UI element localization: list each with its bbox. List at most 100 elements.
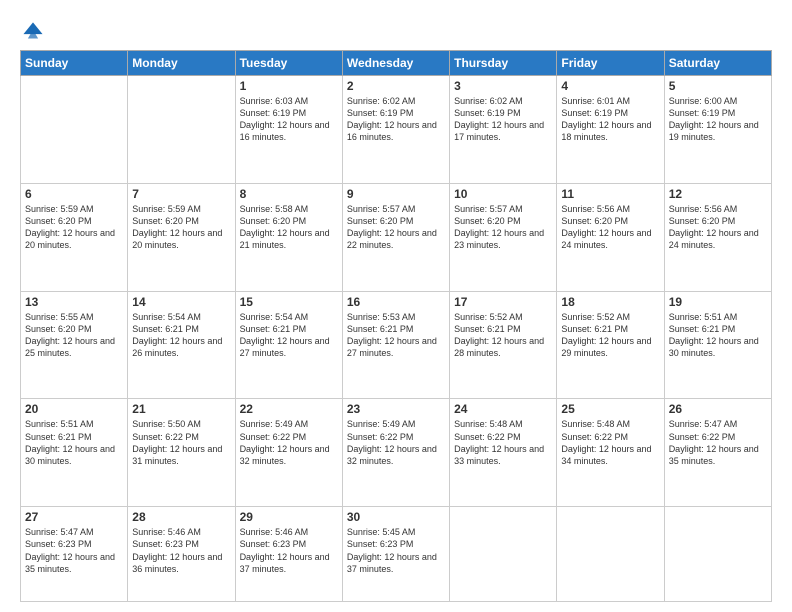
calendar-week-row: 13 Sunrise: 5:55 AM Sunset: 6:20 PM Dayli… bbox=[21, 291, 772, 399]
calendar-header-friday: Friday bbox=[557, 51, 664, 76]
day-info: Sunrise: 5:45 AM Sunset: 6:23 PM Dayligh… bbox=[347, 526, 445, 575]
calendar-week-row: 27 Sunrise: 5:47 AM Sunset: 6:23 PM Dayli… bbox=[21, 507, 772, 602]
calendar-cell: 5 Sunrise: 6:00 AM Sunset: 6:19 PM Daylig… bbox=[664, 76, 771, 184]
day-info: Sunrise: 5:56 AM Sunset: 6:20 PM Dayligh… bbox=[561, 203, 659, 252]
day-number: 25 bbox=[561, 402, 659, 416]
day-info: Sunrise: 5:47 AM Sunset: 6:23 PM Dayligh… bbox=[25, 526, 123, 575]
calendar-cell bbox=[128, 76, 235, 184]
day-number: 20 bbox=[25, 402, 123, 416]
day-info: Sunrise: 6:00 AM Sunset: 6:19 PM Dayligh… bbox=[669, 95, 767, 144]
day-info: Sunrise: 5:51 AM Sunset: 6:21 PM Dayligh… bbox=[25, 418, 123, 467]
day-info: Sunrise: 5:59 AM Sunset: 6:20 PM Dayligh… bbox=[132, 203, 230, 252]
day-info: Sunrise: 5:59 AM Sunset: 6:20 PM Dayligh… bbox=[25, 203, 123, 252]
day-info: Sunrise: 5:54 AM Sunset: 6:21 PM Dayligh… bbox=[240, 311, 338, 360]
day-number: 29 bbox=[240, 510, 338, 524]
calendar-cell: 29 Sunrise: 5:46 AM Sunset: 6:23 PM Dayli… bbox=[235, 507, 342, 602]
calendar-header-row: SundayMondayTuesdayWednesdayThursdayFrid… bbox=[21, 51, 772, 76]
logo-icon bbox=[22, 18, 44, 40]
day-info: Sunrise: 6:01 AM Sunset: 6:19 PM Dayligh… bbox=[561, 95, 659, 144]
day-info: Sunrise: 6:03 AM Sunset: 6:19 PM Dayligh… bbox=[240, 95, 338, 144]
calendar-cell: 1 Sunrise: 6:03 AM Sunset: 6:19 PM Daylig… bbox=[235, 76, 342, 184]
day-number: 26 bbox=[669, 402, 767, 416]
calendar-cell: 6 Sunrise: 5:59 AM Sunset: 6:20 PM Daylig… bbox=[21, 183, 128, 291]
day-number: 3 bbox=[454, 79, 552, 93]
calendar-cell: 15 Sunrise: 5:54 AM Sunset: 6:21 PM Dayli… bbox=[235, 291, 342, 399]
calendar-table: SundayMondayTuesdayWednesdayThursdayFrid… bbox=[20, 50, 772, 602]
calendar-cell: 28 Sunrise: 5:46 AM Sunset: 6:23 PM Dayli… bbox=[128, 507, 235, 602]
day-info: Sunrise: 5:56 AM Sunset: 6:20 PM Dayligh… bbox=[669, 203, 767, 252]
calendar-header-sunday: Sunday bbox=[21, 51, 128, 76]
calendar-week-row: 20 Sunrise: 5:51 AM Sunset: 6:21 PM Dayli… bbox=[21, 399, 772, 507]
day-number: 2 bbox=[347, 79, 445, 93]
day-number: 22 bbox=[240, 402, 338, 416]
calendar-header-saturday: Saturday bbox=[664, 51, 771, 76]
logo bbox=[20, 18, 44, 40]
day-number: 15 bbox=[240, 295, 338, 309]
day-number: 17 bbox=[454, 295, 552, 309]
calendar-cell: 20 Sunrise: 5:51 AM Sunset: 6:21 PM Dayli… bbox=[21, 399, 128, 507]
header bbox=[20, 18, 772, 40]
calendar-cell: 4 Sunrise: 6:01 AM Sunset: 6:19 PM Daylig… bbox=[557, 76, 664, 184]
day-info: Sunrise: 5:49 AM Sunset: 6:22 PM Dayligh… bbox=[240, 418, 338, 467]
calendar-cell: 26 Sunrise: 5:47 AM Sunset: 6:22 PM Dayli… bbox=[664, 399, 771, 507]
calendar-cell: 21 Sunrise: 5:50 AM Sunset: 6:22 PM Dayli… bbox=[128, 399, 235, 507]
day-number: 16 bbox=[347, 295, 445, 309]
day-number: 6 bbox=[25, 187, 123, 201]
day-number: 28 bbox=[132, 510, 230, 524]
calendar-header-thursday: Thursday bbox=[450, 51, 557, 76]
calendar-cell: 25 Sunrise: 5:48 AM Sunset: 6:22 PM Dayli… bbox=[557, 399, 664, 507]
calendar-cell: 23 Sunrise: 5:49 AM Sunset: 6:22 PM Dayli… bbox=[342, 399, 449, 507]
calendar-cell: 14Sunrise: 5:54 AM Sunset: 6:21 PM Dayli… bbox=[128, 291, 235, 399]
calendar-week-row: 6 Sunrise: 5:59 AM Sunset: 6:20 PM Daylig… bbox=[21, 183, 772, 291]
calendar-cell: 12Sunrise: 5:56 AM Sunset: 6:20 PM Dayli… bbox=[664, 183, 771, 291]
day-info: Sunrise: 5:57 AM Sunset: 6:20 PM Dayligh… bbox=[454, 203, 552, 252]
day-info: Sunrise: 6:02 AM Sunset: 6:19 PM Dayligh… bbox=[454, 95, 552, 144]
day-number: 1 bbox=[240, 79, 338, 93]
day-info: Sunrise: 5:50 AM Sunset: 6:22 PM Dayligh… bbox=[132, 418, 230, 467]
calendar-cell: 18 Sunrise: 5:52 AM Sunset: 6:21 PM Dayli… bbox=[557, 291, 664, 399]
day-number: 11 bbox=[561, 187, 659, 201]
day-info: Sunrise: 5:54 AM Sunset: 6:21 PM Dayligh… bbox=[132, 311, 230, 360]
day-number: 13 bbox=[25, 295, 123, 309]
day-number: 30 bbox=[347, 510, 445, 524]
calendar-cell: 24Sunrise: 5:48 AM Sunset: 6:22 PM Dayli… bbox=[450, 399, 557, 507]
day-number: 27 bbox=[25, 510, 123, 524]
day-info: Sunrise: 5:47 AM Sunset: 6:22 PM Dayligh… bbox=[669, 418, 767, 467]
day-info: Sunrise: 5:52 AM Sunset: 6:21 PM Dayligh… bbox=[561, 311, 659, 360]
day-number: 21 bbox=[132, 402, 230, 416]
calendar-cell: 30 Sunrise: 5:45 AM Sunset: 6:23 PM Dayli… bbox=[342, 507, 449, 602]
day-info: Sunrise: 5:52 AM Sunset: 6:21 PM Dayligh… bbox=[454, 311, 552, 360]
day-info: Sunrise: 5:57 AM Sunset: 6:20 PM Dayligh… bbox=[347, 203, 445, 252]
day-info: Sunrise: 5:58 AM Sunset: 6:20 PM Dayligh… bbox=[240, 203, 338, 252]
calendar-cell: 3 Sunrise: 6:02 AM Sunset: 6:19 PM Daylig… bbox=[450, 76, 557, 184]
day-info: Sunrise: 5:46 AM Sunset: 6:23 PM Dayligh… bbox=[240, 526, 338, 575]
day-info: Sunrise: 6:02 AM Sunset: 6:19 PM Dayligh… bbox=[347, 95, 445, 144]
calendar-week-row: 1 Sunrise: 6:03 AM Sunset: 6:19 PM Daylig… bbox=[21, 76, 772, 184]
page: SundayMondayTuesdayWednesdayThursdayFrid… bbox=[0, 0, 792, 612]
calendar-header-wednesday: Wednesday bbox=[342, 51, 449, 76]
day-number: 4 bbox=[561, 79, 659, 93]
day-number: 8 bbox=[240, 187, 338, 201]
day-info: Sunrise: 5:46 AM Sunset: 6:23 PM Dayligh… bbox=[132, 526, 230, 575]
calendar-cell: 16 Sunrise: 5:53 AM Sunset: 6:21 PM Dayli… bbox=[342, 291, 449, 399]
calendar-cell bbox=[450, 507, 557, 602]
day-number: 23 bbox=[347, 402, 445, 416]
day-info: Sunrise: 5:53 AM Sunset: 6:21 PM Dayligh… bbox=[347, 311, 445, 360]
day-info: Sunrise: 5:55 AM Sunset: 6:20 PM Dayligh… bbox=[25, 311, 123, 360]
calendar-cell: 17 Sunrise: 5:52 AM Sunset: 6:21 PM Dayli… bbox=[450, 291, 557, 399]
day-number: 9 bbox=[347, 187, 445, 201]
calendar-header-monday: Monday bbox=[128, 51, 235, 76]
day-number: 18 bbox=[561, 295, 659, 309]
day-number: 10 bbox=[454, 187, 552, 201]
calendar-cell: 27 Sunrise: 5:47 AM Sunset: 6:23 PM Dayli… bbox=[21, 507, 128, 602]
day-info: Sunrise: 5:48 AM Sunset: 6:22 PM Dayligh… bbox=[561, 418, 659, 467]
calendar-cell: 19Sunrise: 5:51 AM Sunset: 6:21 PM Dayli… bbox=[664, 291, 771, 399]
calendar-cell: 2 Sunrise: 6:02 AM Sunset: 6:19 PM Daylig… bbox=[342, 76, 449, 184]
day-info: Sunrise: 5:49 AM Sunset: 6:22 PM Dayligh… bbox=[347, 418, 445, 467]
calendar-cell: 10 Sunrise: 5:57 AM Sunset: 6:20 PM Dayli… bbox=[450, 183, 557, 291]
calendar-cell bbox=[664, 507, 771, 602]
day-number: 5 bbox=[669, 79, 767, 93]
calendar-header-tuesday: Tuesday bbox=[235, 51, 342, 76]
calendar-cell: 7Sunrise: 5:59 AM Sunset: 6:20 PM Daylig… bbox=[128, 183, 235, 291]
day-number: 19 bbox=[669, 295, 767, 309]
